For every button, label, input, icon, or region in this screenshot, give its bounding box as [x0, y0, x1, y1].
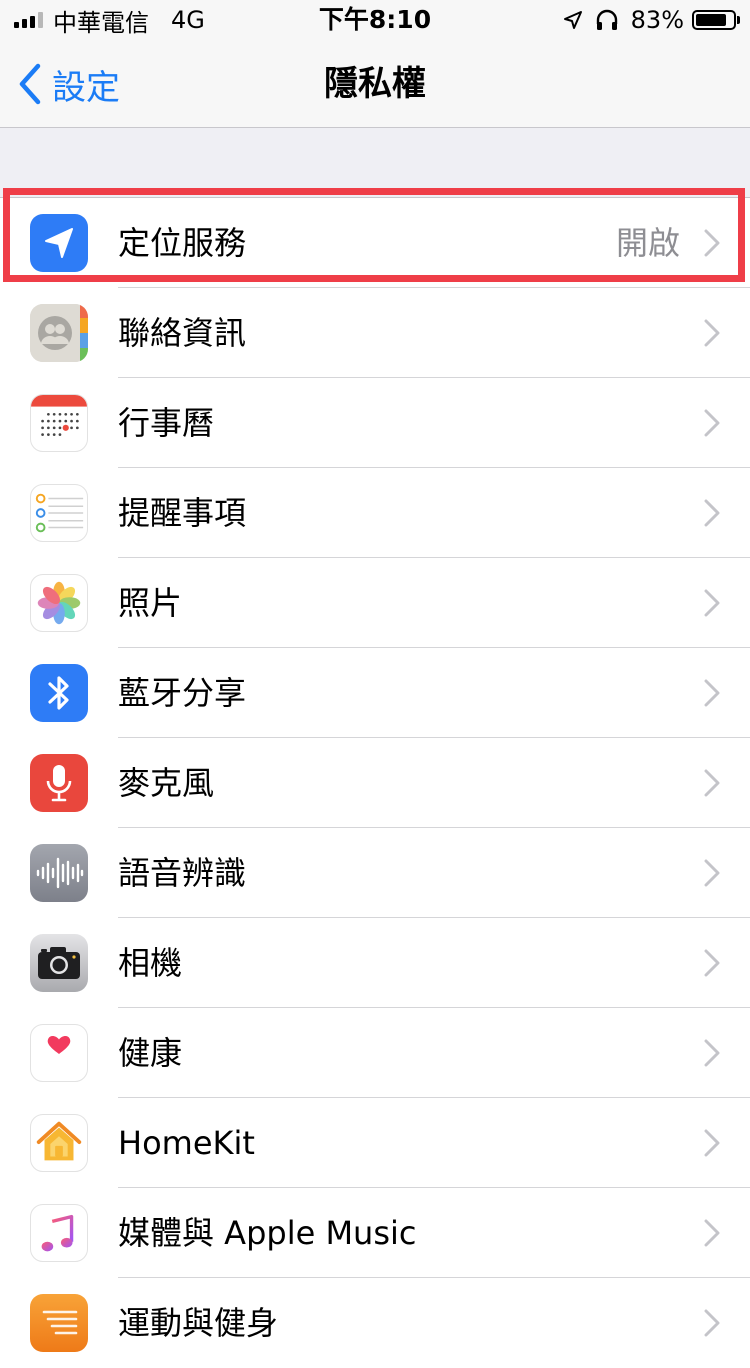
reminders-icon	[30, 484, 88, 542]
row-label: 語音辨識	[118, 854, 247, 892]
chevron-right-icon	[704, 1219, 720, 1247]
row-photos[interactable]: 照片	[0, 558, 750, 648]
row-label: 行事曆	[118, 404, 215, 442]
status-right: 83%	[563, 6, 740, 34]
status-bar: 中華電信 4G 下午8:10 83%	[0, 0, 750, 40]
row-microphone[interactable]: 麥克風	[0, 738, 750, 828]
chevron-right-icon	[704, 1129, 720, 1157]
chevron-right-icon	[704, 499, 720, 527]
row-label: 定位服務	[118, 224, 247, 262]
row-reminders[interactable]: 提醒事項	[0, 468, 750, 558]
row-label: 運動與健身	[118, 1304, 279, 1342]
photos-icon	[30, 574, 88, 632]
row-media-apple-music[interactable]: 媒體與 Apple Music	[0, 1188, 750, 1278]
row-label: 相機	[118, 944, 183, 982]
chevron-right-icon	[704, 1309, 720, 1337]
homekit-house-icon	[30, 1114, 88, 1172]
microphone-icon	[30, 754, 88, 812]
health-heart-icon	[30, 1024, 88, 1082]
chevron-right-icon	[704, 679, 720, 707]
headphones-icon	[596, 9, 617, 30]
chevron-right-icon	[704, 859, 720, 887]
row-speech-recognition[interactable]: 語音辨識	[0, 828, 750, 918]
page-title: 隱私權	[324, 64, 426, 104]
bluetooth-icon	[30, 664, 88, 722]
battery-icon	[692, 10, 740, 30]
contacts-icon	[30, 304, 88, 362]
row-camera[interactable]: 相機	[0, 918, 750, 1008]
location-services-status-icon	[563, 11, 582, 29]
row-label: 藍牙分享	[118, 674, 247, 712]
music-note-icon	[30, 1204, 88, 1262]
row-label: 健康	[118, 1034, 183, 1072]
row-value-location-status: 開啟	[615, 224, 680, 262]
navigation-bar: 設定 隱私權	[0, 40, 750, 128]
row-calendar[interactable]: 行事曆	[0, 378, 750, 468]
chevron-right-icon	[704, 319, 720, 347]
chevron-right-icon	[704, 949, 720, 977]
row-label: 聯絡資訊	[118, 314, 247, 352]
chevron-right-icon	[704, 229, 720, 257]
row-label: 提醒事項	[118, 494, 247, 532]
row-label: 媒體與 Apple Music	[118, 1214, 417, 1252]
row-contacts[interactable]: 聯絡資訊	[0, 288, 750, 378]
row-motion-fitness[interactable]: 運動與健身	[0, 1278, 750, 1368]
row-label: 麥克風	[118, 764, 215, 802]
row-label: HomeKit	[118, 1124, 255, 1162]
row-health[interactable]: 健康	[0, 1008, 750, 1098]
chevron-right-icon	[704, 589, 720, 617]
row-location-services[interactable]: 定位服務 開啟	[0, 198, 750, 288]
row-label: 照片	[118, 584, 183, 622]
chevron-right-icon	[704, 409, 720, 437]
camera-icon	[30, 934, 88, 992]
privacy-list: 定位服務 開啟 聯絡資訊 行事曆 提醒事項 照片 藍牙分享 麥克風 語音辨識 相…	[0, 197, 750, 1368]
battery-percent: 83%	[630, 6, 684, 34]
battery-fill	[696, 14, 726, 26]
location-arrow-icon	[30, 214, 88, 272]
speech-recognition-icon	[30, 844, 88, 902]
row-homekit[interactable]: HomeKit	[0, 1098, 750, 1188]
row-bluetooth-sharing[interactable]: 藍牙分享	[0, 648, 750, 738]
chevron-right-icon	[704, 1039, 720, 1067]
motion-fitness-icon	[30, 1294, 88, 1352]
chevron-right-icon	[704, 769, 720, 797]
calendar-icon	[30, 394, 88, 452]
